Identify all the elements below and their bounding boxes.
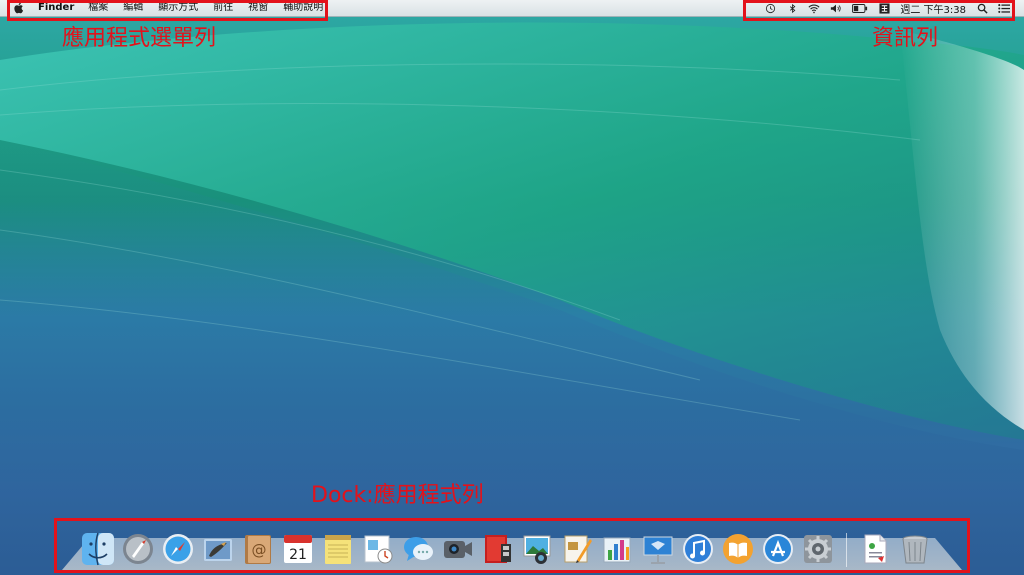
trash-icon[interactable]	[897, 531, 933, 567]
ibooks-icon[interactable]	[720, 531, 756, 567]
pages-icon[interactable]	[560, 531, 596, 567]
desktop: Finder 檔案 編輯 顯示方式 前往 視窗 輔助說明 週二 下午3:38 應…	[0, 0, 1024, 575]
facetime-icon[interactable]	[440, 531, 476, 567]
itunes-icon[interactable]	[680, 531, 716, 567]
system-preferences-icon[interactable]	[800, 531, 836, 567]
numbers-icon[interactable]	[600, 531, 636, 567]
keynote-icon[interactable]	[640, 531, 676, 567]
dock-separator	[846, 533, 847, 567]
messages-icon[interactable]	[400, 531, 436, 567]
mail-icon[interactable]	[200, 531, 236, 567]
document-icon[interactable]	[857, 531, 893, 567]
annotation-box-status	[743, 0, 1015, 21]
safari-icon[interactable]	[160, 531, 196, 567]
reminders-icon[interactable]	[360, 531, 396, 567]
annotation-label-menu: 應用程式選單列	[62, 26, 217, 51]
app-store-icon[interactable]	[760, 531, 796, 567]
notes-icon[interactable]	[320, 531, 356, 567]
contacts-icon[interactable]: @	[240, 531, 276, 567]
launchpad-icon[interactable]	[120, 531, 156, 567]
calendar-icon[interactable]: 21	[280, 531, 316, 567]
annotation-box-menu	[7, 0, 328, 21]
wallpaper-wave	[0, 22, 1024, 575]
annotation-label-dock: Dock:應用程式列	[311, 483, 484, 508]
svg-text:@: @	[252, 541, 267, 559]
annotation-label-status: 資訊列	[872, 26, 939, 51]
finder-icon[interactable]	[80, 531, 116, 567]
iphoto-icon[interactable]	[520, 531, 556, 567]
photo-booth-icon[interactable]	[480, 531, 516, 567]
dock: @ 21	[80, 525, 937, 567]
calendar-day: 21	[289, 547, 307, 563]
